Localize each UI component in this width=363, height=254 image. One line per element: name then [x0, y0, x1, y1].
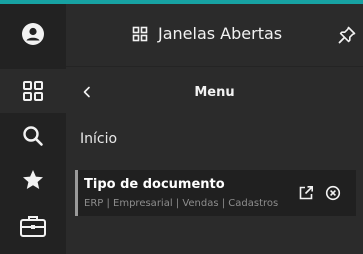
sidebar-rail: [0, 4, 66, 254]
header-title-group: Janelas Abertas: [132, 24, 282, 43]
page-title: Janelas Abertas: [158, 24, 283, 43]
pin-icon: [338, 26, 356, 44]
search-icon: [23, 126, 43, 146]
pin-button[interactable]: [338, 26, 356, 48]
grid-icon: [132, 26, 148, 41]
open-window-path: ERP | Empresarial | Vendas | Cadastros: [84, 198, 279, 209]
menu-bar: Menu: [66, 77, 363, 109]
star-icon: [23, 170, 43, 189]
grid-icon: [23, 81, 43, 101]
open-windows-button[interactable]: [0, 69, 66, 113]
menu-title: Menu: [194, 85, 235, 100]
home-link[interactable]: Início: [80, 131, 117, 147]
user-icon: [22, 23, 44, 45]
close-circle-icon: [325, 185, 341, 201]
panel-header: Janelas Abertas: [66, 4, 363, 67]
briefcase-button[interactable]: [0, 204, 66, 248]
main-panel: Janelas Abertas Menu Início Tipo de docu…: [66, 4, 363, 254]
close-window-button[interactable]: [323, 183, 343, 203]
search-button[interactable]: [0, 114, 66, 158]
open-window-title: Tipo de documento: [84, 177, 225, 192]
favorites-button[interactable]: [0, 158, 66, 202]
external-link-icon: [299, 186, 313, 200]
open-window-card[interactable]: Tipo de documento ERP | Empresarial | Ve…: [75, 170, 356, 216]
open-external-button[interactable]: [296, 183, 316, 203]
briefcase-icon: [20, 216, 46, 237]
user-button[interactable]: [0, 12, 66, 56]
